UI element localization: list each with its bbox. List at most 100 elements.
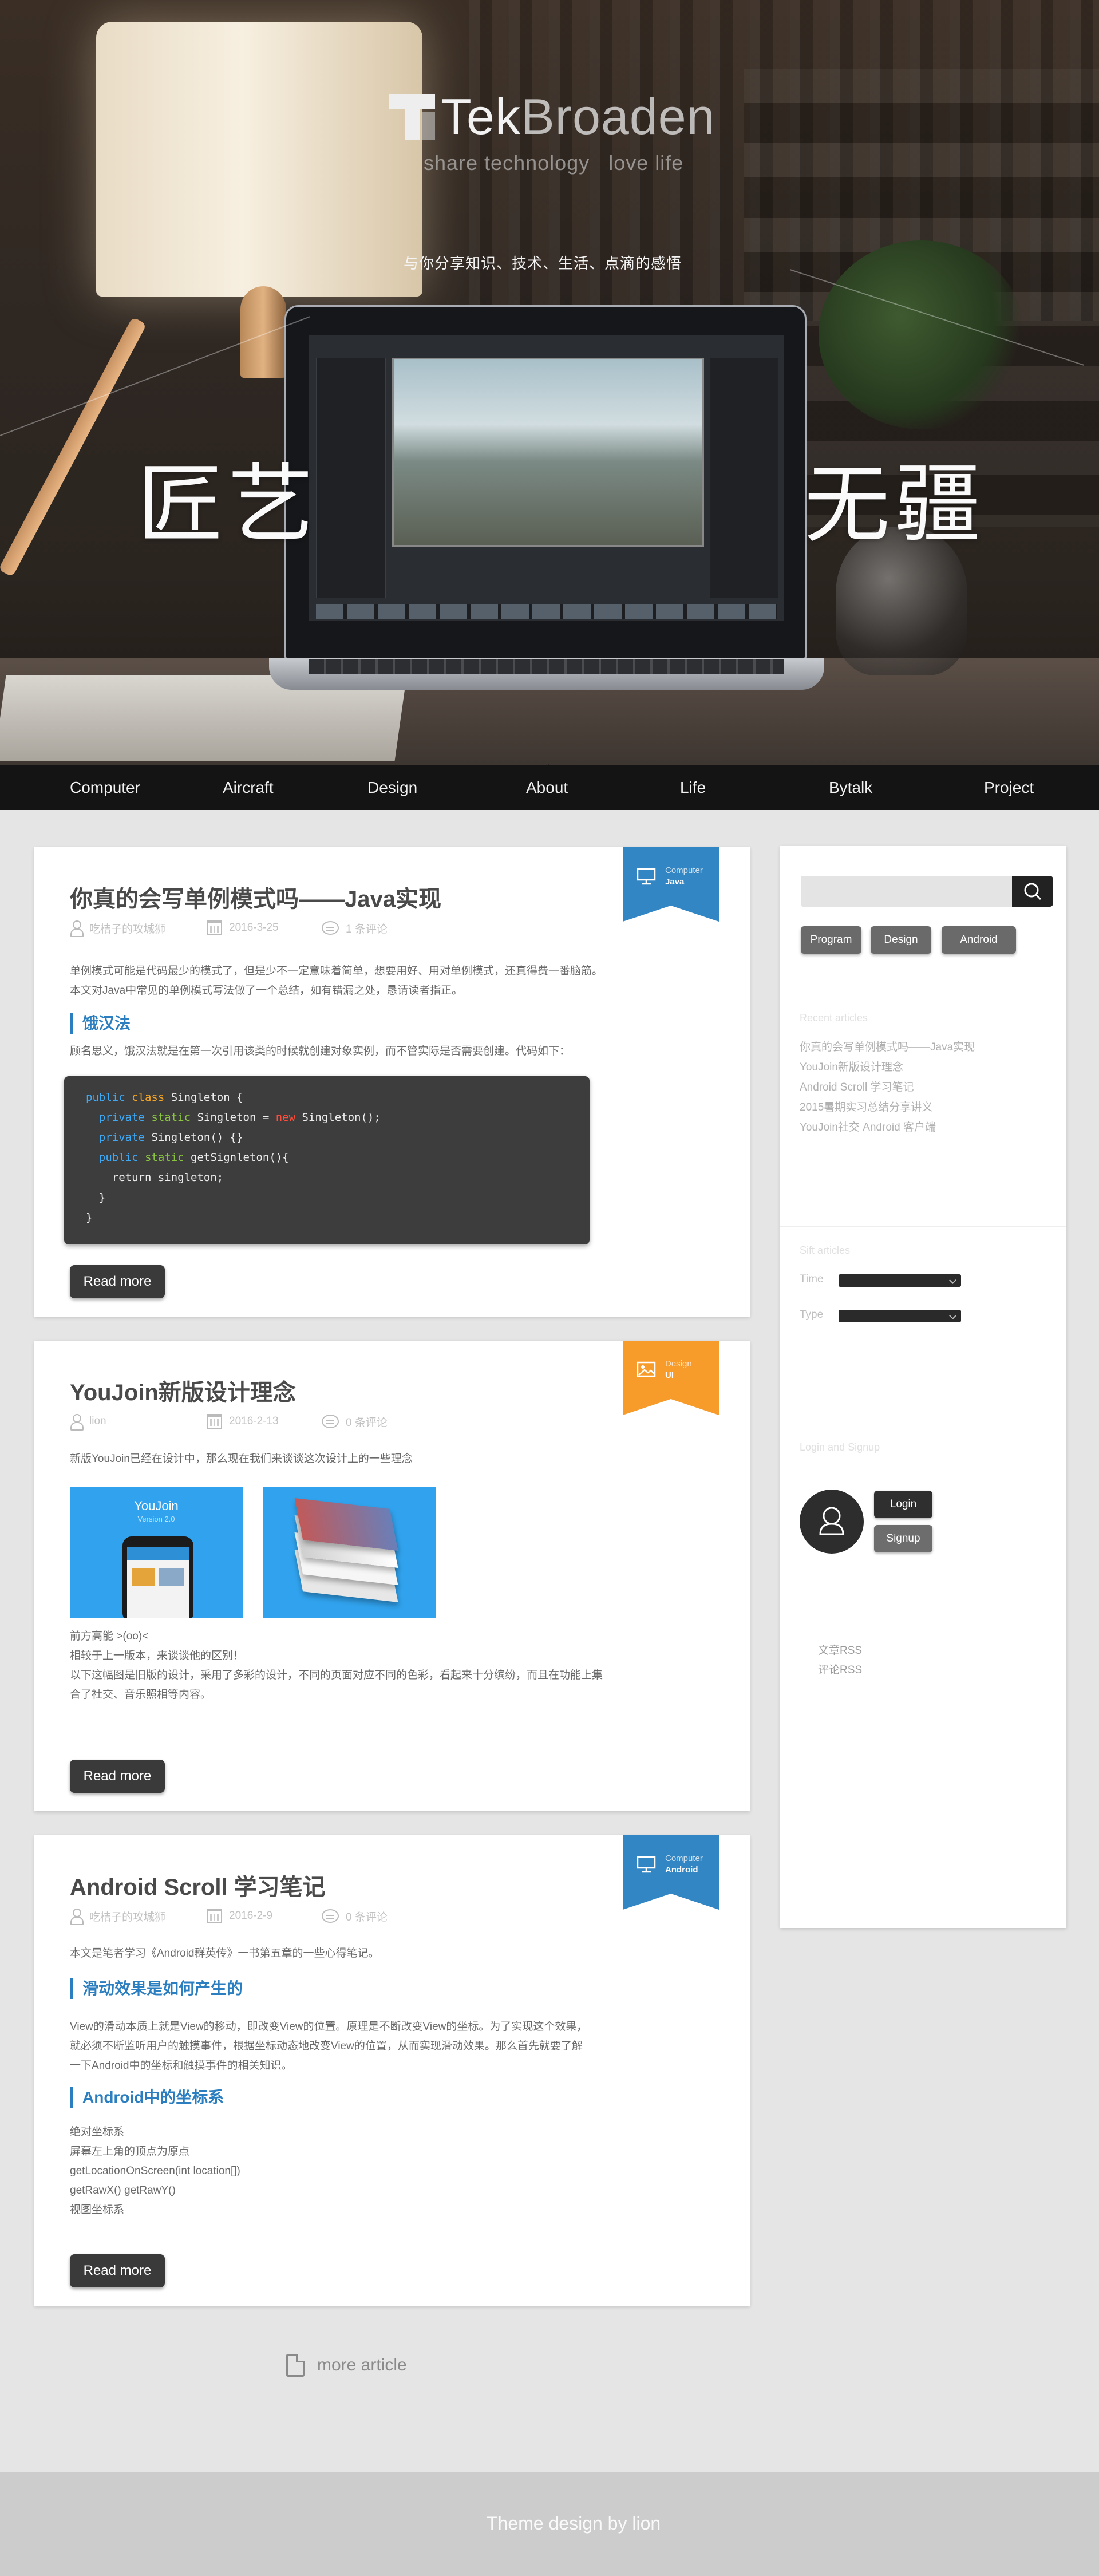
list-item: getLocationOnScreen(int location[]) [70,2165,240,2177]
hero-banner: TekBroaden share technology love life 与你… [0,0,1099,765]
recent-article-link[interactable]: YouJoin新版设计理念 [800,1058,903,1074]
category-ribbon[interactable]: Computer Android [623,1835,719,1910]
monitor-icon [637,1856,656,1873]
ribbon-subcategory: UI [665,1370,674,1380]
hero-subtitle: 与你分享知识、技术、生活、点滴的感悟 [404,255,682,272]
footer: Theme design by lion [0,2472,1099,2576]
code-line: } [86,1211,93,1224]
post-title[interactable]: Android Scroll 学习笔记 [70,1868,326,1902]
recent-article-link[interactable]: 你真的会写单例模式吗——Java实现 [800,1038,975,1054]
post-comments[interactable]: 0 条评论 [346,1909,388,1924]
sidebar: Program Design Android Recent articles 你… [780,846,1066,1928]
search-input[interactable] [801,876,1014,907]
tag-design[interactable]: Design [871,926,931,954]
signup-button[interactable]: Signup [874,1525,932,1552]
comment-icon [322,921,339,935]
nav-item-computer[interactable]: Computer [70,765,140,810]
phone-mockup [122,1536,193,1618]
search-icon [1024,883,1042,900]
category-ribbon[interactable]: Computer Java [623,847,719,922]
user-icon [70,920,84,937]
recent-article-link[interactable]: YouJoin社交 Android 客户端 [800,1119,936,1134]
category-ribbon[interactable]: Design UI [623,1341,719,1415]
recent-article-link[interactable]: Android Scroll 学习笔记 [800,1078,914,1094]
post-author[interactable]: lion [89,1415,106,1428]
editor-right-panel [710,358,778,598]
login-signup-heading: Login and Signup [800,1441,880,1453]
footer-credit: Theme design by lion [487,2513,661,2534]
editor-filmstrip [316,604,777,619]
main-navigation: Computer Aircraft Design About Life Byta… [0,765,1099,810]
type-filter-select[interactable] [839,1310,961,1322]
list-item: 屏幕左上角的顶点为原点 [70,2146,190,2158]
document-icon [286,2354,305,2377]
post-comments[interactable]: 1 条评论 [346,920,388,936]
code-line: private static Singleton = new Singleton… [86,1111,381,1124]
code-line: public class Singleton { [86,1091,243,1104]
ribbon-category: Computer [665,1854,703,1863]
editor-photo [392,358,704,547]
article-rss-link[interactable]: 文章RSS [818,1642,862,1657]
nav-item-design[interactable]: Design [367,765,417,810]
comment-icon [322,1415,339,1428]
code-block: public class Singleton { private static … [64,1076,590,1244]
read-more-button[interactable]: Read more [70,2254,165,2287]
post-excerpt: 一下Android中的坐标和触摸事件的相关知识。 [70,2060,292,2072]
laptop-keyboard [309,659,784,674]
read-more-button[interactable]: Read more [70,1760,165,1793]
time-filter-select[interactable] [839,1274,961,1287]
divider [780,1226,1066,1227]
post-image[interactable] [263,1487,436,1618]
comment-icon [322,1909,339,1923]
site-logo[interactable]: TekBroaden [389,92,715,142]
post-author[interactable]: 吃桔子的攻城狮 [89,920,165,936]
tag-android[interactable]: Android [942,926,1016,954]
more-article-link[interactable]: more article [286,2354,407,2377]
ribbon-category: Computer [665,866,703,875]
post-date: 2016-2-13 [229,1415,279,1427]
user-avatar-icon [819,1507,844,1535]
ribbon-category: Design [665,1359,692,1369]
type-filter-label: Type [800,1309,824,1321]
search-button[interactable] [1012,876,1053,907]
list-item: 绝对坐标系 [70,2126,125,2138]
user-icon [70,1909,84,1925]
nav-item-project[interactable]: Project [984,765,1034,810]
nav-item-about[interactable]: About [526,765,568,810]
post-excerpt: 本文是笔者学习《Android群英传》一书第五章的一些心得笔记。 [70,1947,379,1959]
post-title[interactable]: 你真的会写单例模式吗——Java实现 [70,880,441,914]
lamp-shade [96,22,422,297]
site-tagline: share technology love life [424,151,684,175]
post-meta: 吃桔子的攻城狮 2016-3-25 1 条评论 [70,919,388,937]
post-comments[interactable]: 0 条评论 [346,1414,388,1429]
nav-item-life[interactable]: Life [680,765,706,810]
nav-item-bytalk[interactable]: Bytalk [829,765,872,810]
sift-articles-heading: Sift articles [800,1244,851,1256]
image-icon [637,1361,656,1377]
hero-slogan-left: 匠艺 [137,455,319,555]
editor-left-panel [316,358,386,598]
post-title[interactable]: YouJoin新版设计理念 [70,1374,296,1407]
comment-rss-link[interactable]: 评论RSS [818,1661,862,1677]
calendar-icon [207,1414,222,1429]
nav-item-aircraft[interactable]: Aircraft [223,765,274,810]
post-image[interactable]: YouJoin Version 2.0 [70,1487,243,1618]
post-subheading: 滑动效果是如何产生的 [70,1978,243,1999]
tag-program[interactable]: Program [801,926,861,954]
ribbon-subcategory: Android [665,1865,698,1875]
read-more-button[interactable]: Read more [70,1265,165,1298]
post-excerpt: 本文对Java中常见的单例模式写法做了一个总结，如有错漏之处，恳请读者指正。 [70,985,463,997]
hero-slogan-right: 无疆 [804,455,986,555]
laptop-screen [309,335,784,621]
avatar[interactable] [800,1490,864,1554]
post-card: Computer Java 你真的会写单例模式吗——Java实现 吃桔子的攻城狮… [34,847,750,1317]
user-icon [70,1414,84,1431]
calendar-icon [207,1909,222,1923]
post-author[interactable]: 吃桔子的攻城狮 [89,1909,165,1924]
post-meta: lion 2016-2-13 0 条评论 [70,1413,388,1431]
more-article-label: more article [317,2356,407,2374]
recent-article-link[interactable]: 2015暑期实习总结分享讲义 [800,1099,932,1114]
thumb-app-title: YouJoin [134,1499,179,1513]
login-button[interactable]: Login [874,1491,932,1518]
code-line: public static getSignleton(){ [86,1151,289,1164]
